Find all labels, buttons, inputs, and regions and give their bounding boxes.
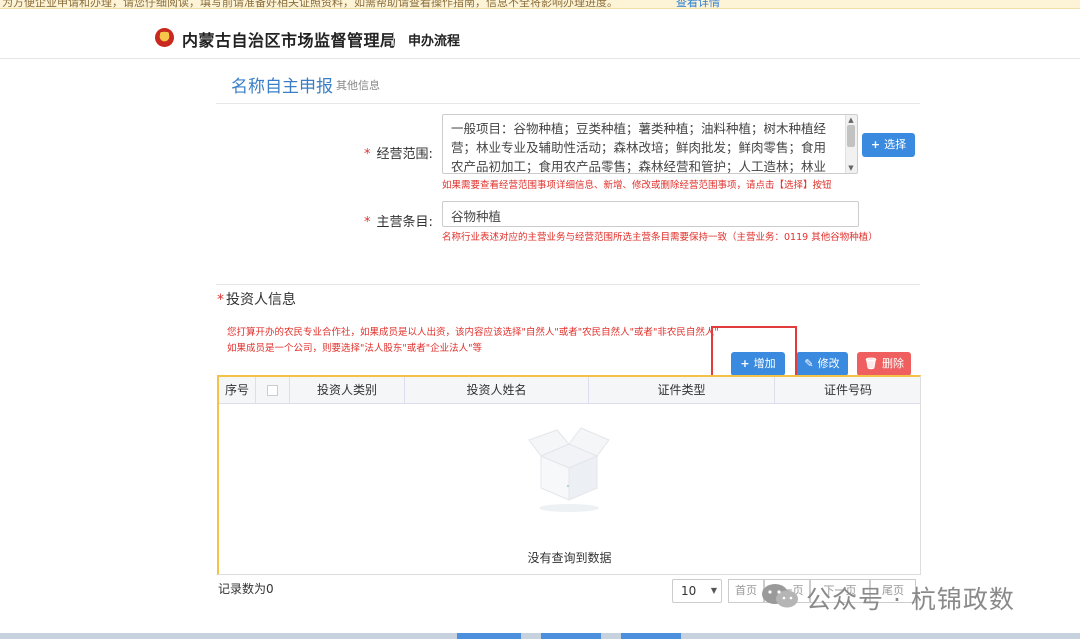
- form-subtitle: 其他信息: [336, 79, 380, 92]
- empty-text: 没有查询到数据: [527, 551, 612, 565]
- investor-table: 序号 投资人类别 投资人姓名 证件类型 证件号码 没有查询到数据: [217, 375, 921, 575]
- scroll-down-icon[interactable]: ▼: [847, 164, 855, 172]
- page-size-select[interactable]: 10 ▼: [672, 579, 722, 603]
- notice-text: 为方便企业申请和办理，请您仔细阅读，填写前请准备好相关证照资料，如需帮助请查看操…: [2, 0, 618, 9]
- site-header: 内蒙古自治区市场监督管理局 申办流程: [0, 9, 1080, 59]
- column-header-investor-type[interactable]: 投资人类别: [290, 377, 405, 404]
- main-item-label: * 主营条目:: [364, 211, 433, 230]
- plus-icon: +: [870, 138, 881, 151]
- main-item-hint: 名称行业表述对应的主营业务与经营范围所选主营条目需要保持一致（主营业务：0119…: [442, 232, 878, 243]
- column-header-id-type[interactable]: 证件类型: [589, 377, 775, 404]
- column-header-checkbox[interactable]: [256, 377, 290, 404]
- empty-box-icon: [528, 427, 610, 512]
- select-scope-button[interactable]: + 选择: [862, 133, 915, 157]
- national-emblem-icon: [155, 28, 174, 47]
- bottom-button-2[interactable]: [541, 633, 601, 639]
- site-title: 内蒙古自治区市场监督管理局: [182, 31, 397, 50]
- scope-scrollbar[interactable]: ▲ ▼: [845, 115, 857, 173]
- page-size-value: 10: [681, 584, 697, 598]
- delete-investor-button-label: 删除: [881, 357, 904, 370]
- notice-link[interactable]: 查看详情: [676, 0, 720, 8]
- delete-investor-button[interactable]: 🗑 删除: [857, 352, 911, 376]
- header-divider: [393, 32, 394, 46]
- business-scope-hint: 如果需要查看经营范围事项详细信息、新增、修改或删除经营范围事项，请点击【选择】按…: [442, 180, 832, 191]
- investor-hint-line1: 您打算开办的农民专业合作社，如果成员是以人出资，该内容应该选择"自然人"或者"农…: [227, 327, 719, 338]
- investor-section-title: * 投资人信息: [217, 289, 296, 309]
- main-item-label-text: 主营条目:: [376, 215, 433, 230]
- column-header-investor-name[interactable]: 投资人姓名: [405, 377, 589, 404]
- scroll-up-icon[interactable]: ▲: [847, 116, 855, 124]
- required-mark: *: [364, 215, 371, 230]
- edit-investor-button[interactable]: ✎ 修改: [796, 352, 848, 376]
- select-scope-button-label: 选择: [884, 138, 907, 151]
- form-title: 名称自主申报: [231, 77, 333, 97]
- column-header-index: 序号: [219, 377, 256, 404]
- bottom-button-3[interactable]: [621, 633, 681, 639]
- pager-first-button[interactable]: 首页: [728, 579, 764, 603]
- business-scope-value: 一般项目：谷物种植；豆类种植；薯类种植；油料种植；树木种植经营；林业专业及辅助性…: [451, 121, 827, 174]
- business-scope-textarea[interactable]: 一般项目：谷物种植；豆类种植；薯类种植；油料种植；树木种植经营；林业专业及辅助性…: [442, 114, 858, 174]
- trash-icon: 🗑: [864, 357, 878, 370]
- bottom-button-1[interactable]: [457, 633, 521, 639]
- investor-hint-line2: 如果成员是一个公司，则要选择"法人股东"或者"企业法人"等: [227, 343, 482, 354]
- edit-icon: ✎: [804, 357, 814, 370]
- investor-section-title-text: 投资人信息: [226, 292, 296, 308]
- chevron-down-icon: ▼: [710, 586, 717, 595]
- column-header-id-number[interactable]: 证件号码: [775, 377, 921, 404]
- required-mark: *: [217, 292, 224, 308]
- record-count: 记录数为0: [218, 582, 274, 596]
- business-scope-label-text: 经营范围:: [376, 147, 433, 162]
- select-all-checkbox[interactable]: [267, 385, 278, 396]
- bottom-bar: [0, 633, 1080, 639]
- process-title[interactable]: 申办流程: [408, 30, 460, 49]
- notice-banner: 为方便企业申请和办理，请您仔细阅读，填写前请准备好相关证照资料，如需帮助请查看操…: [0, 0, 1080, 9]
- title-divider: [216, 103, 920, 104]
- section-divider: [216, 284, 920, 285]
- main-item-input[interactable]: 谷物种植: [442, 201, 859, 227]
- table-header: 序号 投资人类别 投资人姓名 证件类型 证件号码: [219, 377, 920, 404]
- edit-investor-button-label: 修改: [817, 357, 840, 370]
- table-body: 没有查询到数据: [219, 404, 920, 574]
- business-scope-label: * 经营范围:: [364, 143, 433, 162]
- wechat-icon: [762, 584, 798, 608]
- required-mark: *: [364, 147, 371, 162]
- scroll-thumb[interactable]: [847, 125, 855, 147]
- watermark-text: 公众号 · 杭锦政数: [806, 585, 1015, 614]
